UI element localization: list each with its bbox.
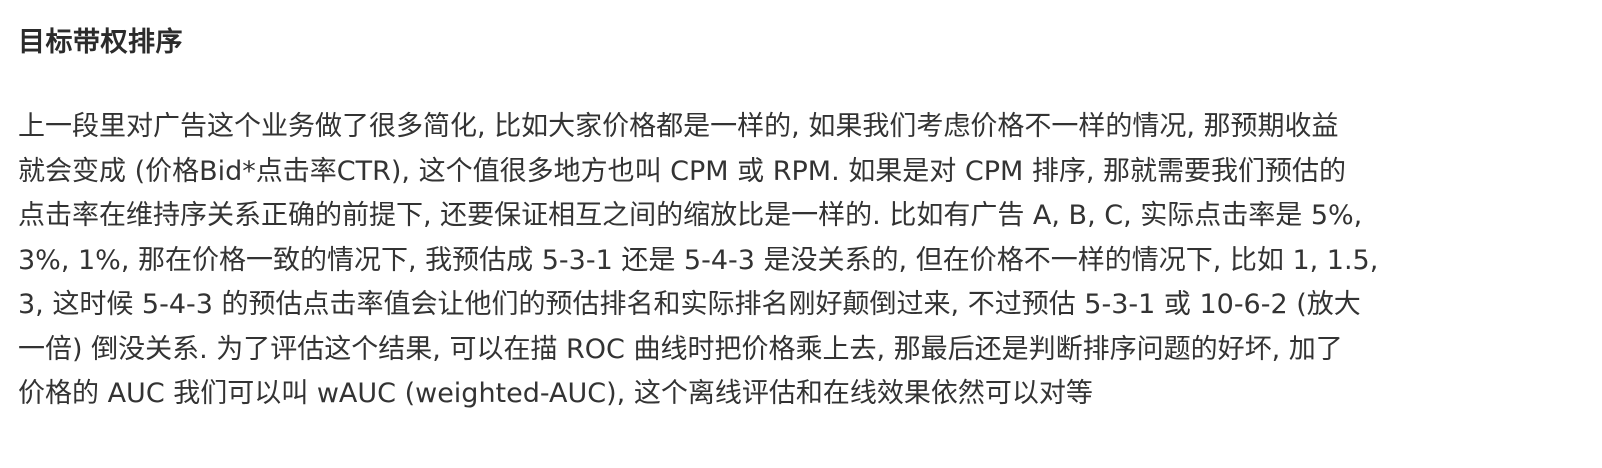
paragraph-line: 就会变成 (价格Bid*点击率CTR), 这个值很多地方也叫 CPM 或 RPM… xyxy=(18,155,1347,187)
paragraph-line: 点击率在维持序关系正确的前提下, 还要保证相互之间的缩放比是一样的. 比如有广告… xyxy=(18,200,1363,231)
section-paragraph: 上一段里对广告这个业务做了很多简化, 比如大家价格都是一样的, 如果我们考虑价格… xyxy=(18,105,1578,417)
document-page: 目标带权排序 上一段里对广告这个业务做了很多简化, 比如大家价格都是一样的, 如… xyxy=(0,0,1602,468)
paragraph-line: 上一段里对广告这个业务做了很多简化, 比如大家价格都是一样的, 如果我们考虑价格… xyxy=(18,111,1339,142)
section-heading: 目标带权排序 xyxy=(18,27,183,58)
paragraph-line: 3, 这时候 5-4-3 的预估点击率值会让他们的预估排名和实际排名刚好颠倒过来… xyxy=(18,289,1361,320)
paragraph-line: 3%, 1%, 那在价格一致的情况下, 我预估成 5-3-1 还是 5-4-3 … xyxy=(18,244,1379,276)
paragraph-line: 价格的 AUC 我们可以叫 wAUC (weighted-AUC), 这个离线评… xyxy=(18,378,1093,409)
paragraph-line: 一倍) 倒没关系. 为了评估这个结果, 可以在描 ROC 曲线时把价格乘上去, … xyxy=(18,333,1343,365)
